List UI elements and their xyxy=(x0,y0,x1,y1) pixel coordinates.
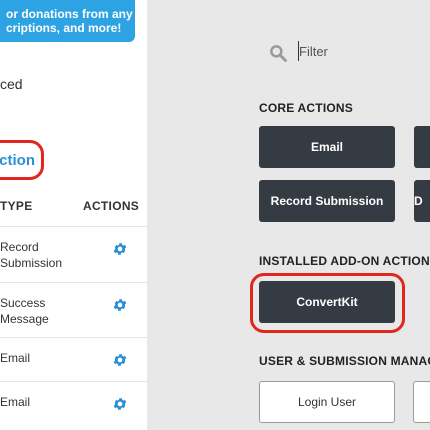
column-header-type: TYPE xyxy=(0,199,33,213)
record-submission-action-button[interactable]: Record Submission xyxy=(259,180,395,222)
row-type-line-1: Success xyxy=(0,296,46,310)
installed-addons-heading: INSTALLED ADD-ON ACTIONS xyxy=(259,254,430,268)
row-type-line-1: Record xyxy=(0,240,39,254)
record-submission-action-label: Record Submission xyxy=(270,194,384,208)
table-row: Record Submission xyxy=(0,226,147,282)
row-type: Success Message xyxy=(0,295,49,327)
row-type-line-2: Message xyxy=(0,312,49,326)
row-type-line-1: Email xyxy=(0,395,31,409)
login-user-action-label: Login User xyxy=(297,395,357,409)
add-action-label: action xyxy=(0,151,35,169)
core-actions-heading: CORE ACTIONS xyxy=(259,101,353,115)
tooltip-line-2: criptions, and more! xyxy=(6,21,122,35)
core-action-button-partial[interactable] xyxy=(414,126,430,168)
convertkit-highlight xyxy=(250,273,405,333)
row-type: Email xyxy=(0,394,30,410)
tooltip-line-1: or donations from any xyxy=(6,7,133,21)
gear-icon[interactable] xyxy=(112,297,128,313)
table-row: Email xyxy=(0,337,147,381)
core-action-button-partial[interactable]: D xyxy=(414,180,430,222)
login-user-action-button[interactable]: Login User xyxy=(259,381,395,423)
advanced-tab-label[interactable]: ced xyxy=(0,76,23,92)
promo-tooltip: or donations from any criptions, and mor… xyxy=(0,0,135,42)
row-type-line-2: Submission xyxy=(0,256,63,270)
add-action-link[interactable]: action xyxy=(0,140,44,180)
table-row: Email xyxy=(0,381,147,430)
email-action-label: Email xyxy=(310,140,343,154)
row-type-line-1: Email xyxy=(0,351,31,365)
search-icon xyxy=(270,45,287,62)
email-action-button[interactable]: Email xyxy=(259,126,395,168)
table-row: Success Message xyxy=(0,282,147,337)
gear-icon[interactable] xyxy=(112,241,128,257)
actions-panel: or donations from any criptions, and mor… xyxy=(0,0,147,430)
user-action-button-partial[interactable] xyxy=(413,381,430,423)
row-type: Record Submission xyxy=(0,239,62,271)
gear-icon[interactable] xyxy=(112,396,128,412)
gear-icon[interactable] xyxy=(112,352,128,368)
row-type: Email xyxy=(0,350,30,366)
user-submission-heading: USER & SUBMISSION MANAGE xyxy=(259,354,430,368)
filter-input[interactable]: Filter xyxy=(299,44,328,59)
column-header-actions: ACTIONS xyxy=(83,199,140,213)
